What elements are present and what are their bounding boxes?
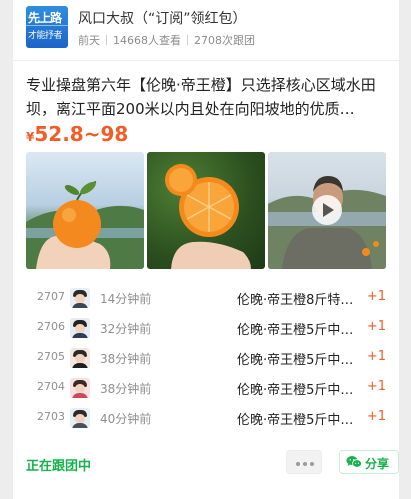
photo-gallery bbox=[26, 152, 386, 269]
price-value: 52.8~98 bbox=[34, 122, 129, 146]
buyer-avatar bbox=[70, 408, 90, 428]
post-meta: 前天 14668人查看 2708次跟团 bbox=[78, 32, 255, 48]
order-time: 38分钟前 bbox=[100, 352, 152, 366]
order-number: 2706 bbox=[37, 320, 65, 333]
order-row[interactable]: 2705 38分钟前 伦晚·帝王橙5斤中… +1 bbox=[26, 344, 386, 374]
author-avatar[interactable]: 先上路 才能抒者 bbox=[26, 6, 68, 48]
share-button[interactable]: 分享 bbox=[339, 450, 399, 474]
view-count: 14668人查看 bbox=[113, 34, 181, 47]
dot-icon bbox=[310, 462, 314, 466]
follow-count: 2708次跟团 bbox=[194, 34, 255, 47]
order-item: 伦晚·帝王橙5斤中… bbox=[237, 413, 354, 428]
order-list: 2707 14分钟前 伦晚·帝王橙8斤特… +1 2706 32分钟前 伦晚·帝… bbox=[26, 284, 386, 434]
meta-divider bbox=[187, 35, 188, 45]
follow-status[interactable]: 正在跟团中 bbox=[26, 455, 91, 474]
avatar-divider bbox=[26, 25, 68, 26]
post-date: 前天 bbox=[78, 34, 100, 47]
orange-on-hand-illustration bbox=[26, 181, 144, 269]
buyer-avatar bbox=[70, 378, 90, 398]
play-icon[interactable] bbox=[312, 195, 342, 225]
order-item: 伦晚·帝王橙8斤特… bbox=[237, 293, 354, 308]
buyer-avatar bbox=[70, 288, 90, 308]
wechat-icon bbox=[346, 456, 362, 468]
order-quantity: +1 bbox=[366, 289, 386, 304]
avatar-text-top: 先上路 bbox=[28, 11, 62, 25]
orange-on-hand-photo[interactable] bbox=[26, 152, 144, 269]
order-number: 2707 bbox=[37, 290, 65, 303]
order-row[interactable]: 2706 32分钟前 伦晚·帝王橙5斤中… +1 bbox=[26, 314, 386, 344]
cut-orange-illustration bbox=[165, 164, 251, 269]
order-time: 14分钟前 bbox=[100, 292, 152, 306]
order-quantity: +1 bbox=[366, 379, 386, 394]
order-quantity: +1 bbox=[366, 319, 386, 334]
order-row[interactable]: 2703 40分钟前 伦晚·帝王橙5斤中… +1 bbox=[26, 404, 386, 434]
order-row[interactable]: 2707 14分钟前 伦晚·帝王橙8斤特… +1 bbox=[26, 284, 386, 314]
group-buy-card[interactable]: 先上路 才能抒者 风口大叔（“订阅”领红包） 前天 14668人查看 2708次跟团… bbox=[13, 0, 399, 499]
order-number: 2705 bbox=[37, 350, 65, 363]
dot-icon bbox=[303, 462, 307, 466]
order-row[interactable]: 2704 38分钟前 伦晚·帝王橙5斤中… +1 bbox=[26, 374, 386, 404]
post-header: 先上路 才能抒者 风口大叔（“订阅”领红包） 前天 14668人查看 2708次跟团 bbox=[26, 6, 386, 48]
more-button[interactable] bbox=[286, 450, 322, 474]
order-quantity: +1 bbox=[366, 409, 386, 424]
meta-divider bbox=[106, 35, 107, 45]
post-description[interactable]: 专业操盘第六年【伦晚·帝王橙】只选择核心区域水田坝，离江平面200米以内且处在向… bbox=[26, 73, 386, 121]
buyer-avatar bbox=[70, 348, 90, 368]
cut-orange-photo[interactable] bbox=[147, 152, 265, 269]
order-item: 伦晚·帝王橙5斤中… bbox=[237, 383, 354, 398]
farmer-video-thumbnail[interactable] bbox=[268, 152, 386, 269]
order-time: 32分钟前 bbox=[100, 322, 152, 336]
share-label: 分享 bbox=[365, 457, 390, 471]
order-item: 伦晚·帝王橙5斤中… bbox=[237, 323, 354, 338]
dot-icon bbox=[296, 462, 300, 466]
order-time: 40分钟前 bbox=[100, 412, 152, 426]
order-item: 伦晚·帝王橙5斤中… bbox=[237, 353, 354, 368]
order-number: 2704 bbox=[37, 380, 65, 393]
price-range: ¥52.8~98 bbox=[26, 122, 128, 146]
author-name[interactable]: 风口大叔（“订阅”领红包） bbox=[78, 8, 247, 28]
buyer-avatar bbox=[70, 318, 90, 338]
order-number: 2703 bbox=[37, 410, 65, 423]
card-footer: 正在跟团中 分享 bbox=[26, 450, 399, 476]
avatar-text-bottom: 才能抒者 bbox=[28, 31, 63, 41]
header-divider bbox=[13, 60, 399, 61]
order-quantity: +1 bbox=[366, 349, 386, 364]
order-time: 38分钟前 bbox=[100, 382, 152, 396]
